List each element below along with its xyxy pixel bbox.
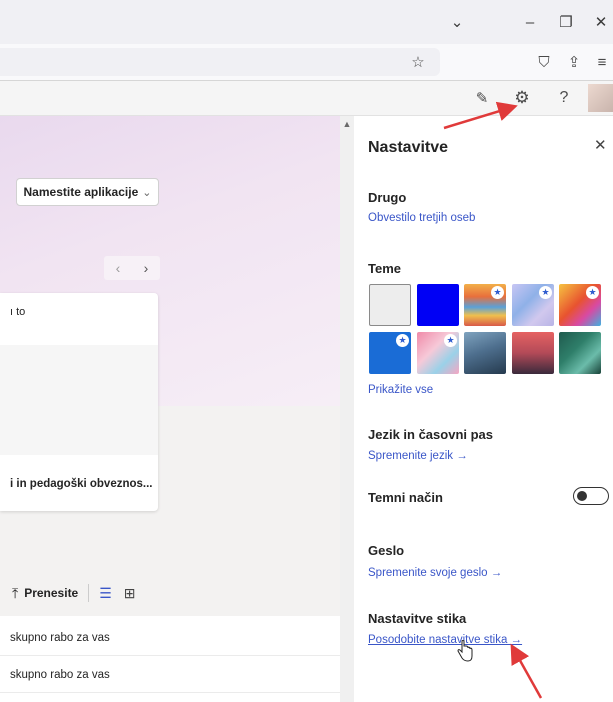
pocket-icon[interactable]: ⛉ xyxy=(533,51,555,73)
list-item-label: skupno rabo za vas xyxy=(10,668,110,681)
main-content: Namestite aplikacije ⌄ ‹ › ı to i in ped… xyxy=(0,116,340,702)
minimize-icon[interactable]: – xyxy=(520,12,540,32)
themes-heading: Teme xyxy=(368,261,401,276)
scroll-up-icon[interactable]: ▲ xyxy=(340,118,354,130)
window-close-icon[interactable]: ✕ xyxy=(591,12,611,32)
premium-star-icon: ★ xyxy=(444,334,457,347)
scrollbar[interactable] xyxy=(340,116,354,702)
premium-star-icon: ★ xyxy=(396,334,409,347)
card-title: i in pedagoški obveznos... xyxy=(10,478,153,490)
settings-title: Nastavitve xyxy=(368,139,449,156)
feedback-icon[interactable]: ✎ xyxy=(471,87,493,109)
premium-star-icon: ★ xyxy=(539,286,552,299)
prev-icon[interactable]: ‹ xyxy=(116,260,121,276)
list-item-label: skupno rabo za vas xyxy=(10,631,110,644)
help-icon[interactable]: ? xyxy=(553,87,575,109)
show-all-themes-link[interactable]: Prikažite vse xyxy=(368,384,433,396)
chevron-down-icon: ⌄ xyxy=(142,186,152,199)
hand-cursor-icon xyxy=(457,640,473,662)
share-icon[interactable]: ⇪ xyxy=(563,51,585,73)
theme-tile-mountain[interactable] xyxy=(464,332,506,374)
list-item[interactable]: skupno rabo za vas xyxy=(0,620,340,656)
contact-settings-heading: Nastavitve stika xyxy=(368,611,467,626)
card-snippet: ı to xyxy=(10,306,26,318)
toggle-knob xyxy=(577,491,587,501)
install-apps-label: Namestite aplikacije xyxy=(23,185,139,199)
theme-tile-abstract[interactable]: ★ xyxy=(559,284,601,326)
card-thumbnail xyxy=(0,345,158,455)
content-card[interactable]: ı to i in pedagoški obveznos... xyxy=(0,293,158,511)
bookmark-star-icon[interactable]: ☆ xyxy=(407,51,429,73)
install-apps-button[interactable]: Namestite aplikacije ⌄ xyxy=(16,178,159,206)
other-heading: Drugo xyxy=(368,190,407,205)
language-heading: Jezik in časovni pas xyxy=(368,427,494,442)
upload-icon[interactable]: ⤒ xyxy=(12,585,18,602)
list-view-icon[interactable]: ☰ xyxy=(99,585,112,602)
upload-button[interactable]: Prenesite xyxy=(24,586,78,600)
file-toolbar: ⤒ Prenesite ☰ ⊞ xyxy=(12,582,136,604)
file-list: skupno rabo za vas skupno rabo za vas xyxy=(0,616,340,702)
update-contact-settings-link[interactable]: Posodobite nastavitve stika → xyxy=(368,634,522,646)
theme-tile-circuit[interactable]: ★ xyxy=(369,332,411,374)
grid-view-icon[interactable]: ⊞ xyxy=(124,585,136,602)
theme-tile-palms[interactable] xyxy=(512,332,554,374)
theme-tile-pattern[interactable]: ★ xyxy=(417,332,459,374)
tabs-dropdown-icon[interactable]: ⌄ xyxy=(447,12,467,32)
third-party-notice-link[interactable]: Obvestilo tretjih oseb xyxy=(368,212,475,224)
theme-tile-light[interactable] xyxy=(369,284,411,326)
address-bar[interactable] xyxy=(0,48,440,76)
theme-tile-blue[interactable] xyxy=(417,284,459,326)
premium-star-icon: ★ xyxy=(586,286,599,299)
premium-star-icon: ★ xyxy=(491,286,504,299)
settings-close-icon[interactable]: ✕ xyxy=(594,136,607,154)
avatar[interactable] xyxy=(588,84,613,112)
list-item[interactable]: skupno rabo za vas xyxy=(0,657,340,693)
dark-mode-heading: Temni način xyxy=(368,490,443,505)
restore-icon[interactable]: ❐ xyxy=(556,12,576,32)
theme-tile-tech[interactable] xyxy=(559,332,601,374)
change-language-link[interactable]: Spremenite jezik → xyxy=(368,450,468,462)
change-password-link[interactable]: Spremenite svoje geslo → xyxy=(368,567,502,579)
divider xyxy=(88,584,90,602)
password-heading: Geslo xyxy=(368,543,405,558)
menu-icon[interactable]: ≡ xyxy=(591,51,613,73)
theme-tile-stripes[interactable]: ★ xyxy=(464,284,506,326)
next-icon[interactable]: › xyxy=(144,260,149,276)
theme-tile-waves[interactable]: ★ xyxy=(512,284,554,326)
carousel-pager: ‹ › xyxy=(104,256,160,280)
settings-gear-icon[interactable]: ⚙ xyxy=(511,87,533,109)
